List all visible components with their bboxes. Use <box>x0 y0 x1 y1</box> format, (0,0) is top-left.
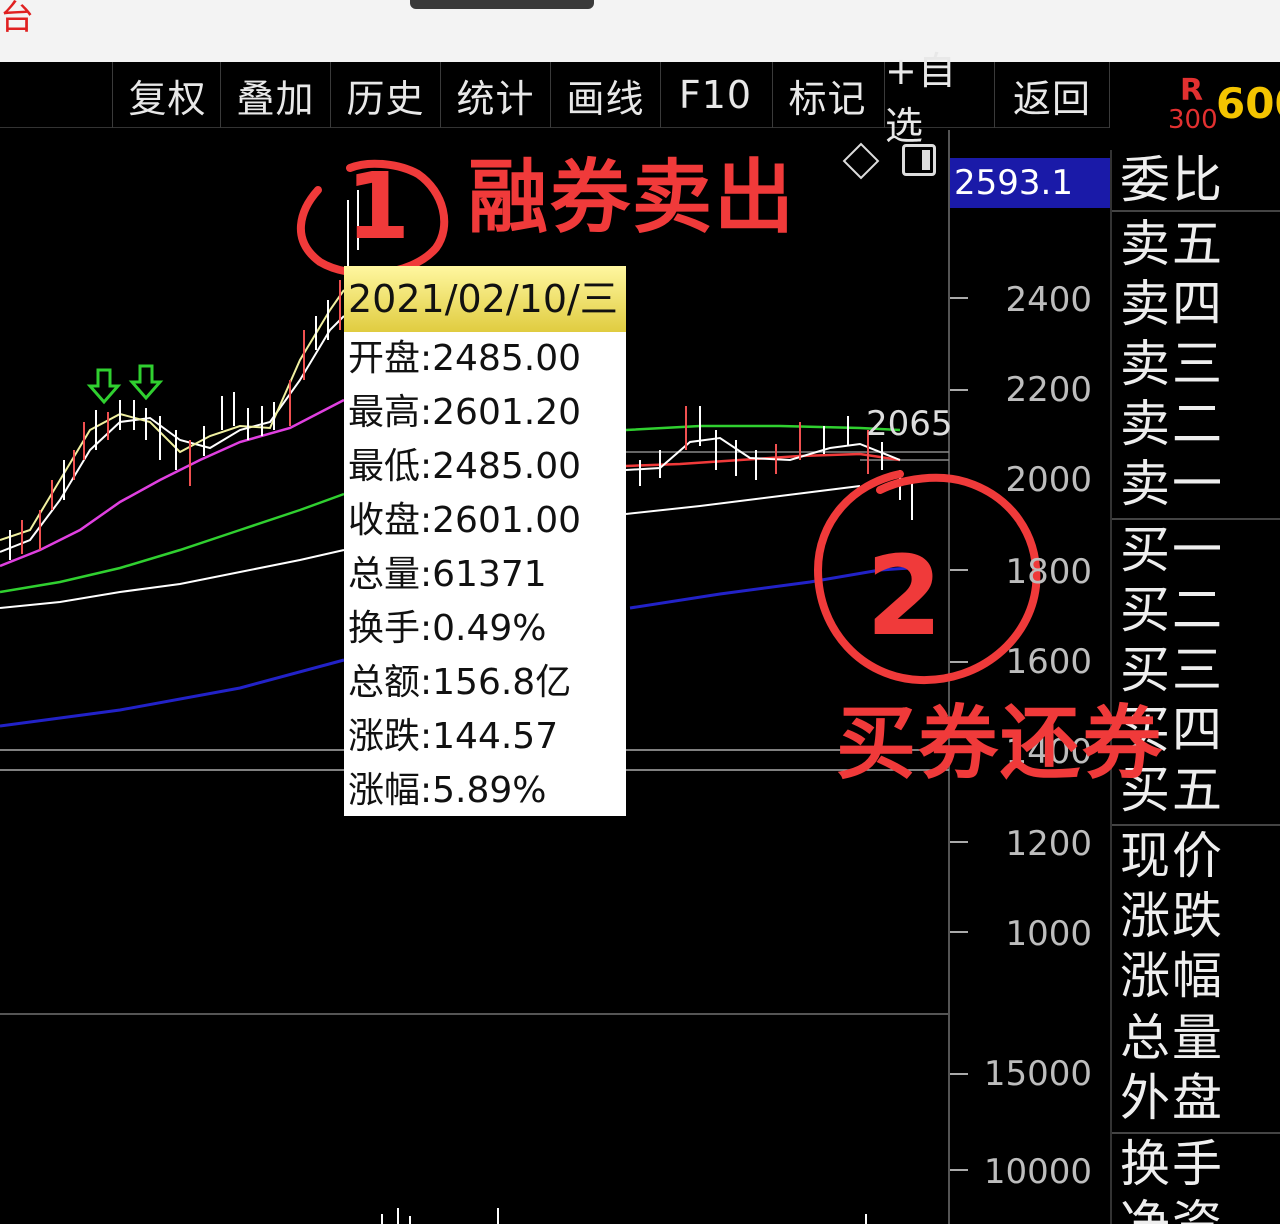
ma10-line <box>0 315 345 553</box>
green-arrow-icons <box>86 364 164 405</box>
axis-tick-15000: 15000 <box>983 1054 1092 1094</box>
title-bar: 台 <box>0 0 1280 62</box>
f10-button[interactable]: F10 <box>660 62 770 128</box>
label-net-assets: 净资 <box>1120 1195 1224 1224</box>
label-buy-3: 买三 <box>1120 641 1224 699</box>
ma60-line-right <box>625 485 861 515</box>
label-outer-disk: 外盘 <box>1120 1069 1224 1127</box>
tooltip-volume: 总量:61371 <box>348 554 547 595</box>
statistics-button[interactable]: 统计 <box>440 62 550 128</box>
stock-code: 600 <box>1216 79 1280 128</box>
stock-market-300: 300 <box>1168 105 1218 135</box>
ma30-line-right <box>625 424 901 432</box>
label-weibi: 委比 <box>1120 151 1224 209</box>
overlay-button[interactable]: 叠加 <box>220 62 330 128</box>
axis-tick-2000: 2000 <box>1005 460 1092 500</box>
panel-separator <box>1112 210 1280 212</box>
back-button[interactable]: 返回 <box>994 62 1110 128</box>
label-buy-2: 买二 <box>1120 581 1224 639</box>
axis-tick-2400: 2400 <box>1005 280 1092 320</box>
label-change-pct: 涨幅 <box>1120 947 1224 1005</box>
axis-tick-1600: 1600 <box>1005 642 1092 682</box>
restore-rights-button[interactable]: 复权 <box>112 62 222 128</box>
tooltip-amount: 总额:156.8亿 <box>348 662 572 703</box>
peak-price-label: 2065 <box>866 404 953 444</box>
panel-toggle-icon[interactable] <box>902 144 936 176</box>
label-sell-5: 卖五 <box>1120 215 1224 273</box>
annotation-buy-cover: 买券还券 <box>836 697 1164 790</box>
ma20-line-right <box>625 452 901 468</box>
label-sell-3: 卖三 <box>1120 335 1224 393</box>
label-buy-1: 买一 <box>1120 521 1224 579</box>
annotation-sell-short: 融券卖出 <box>468 151 796 244</box>
tooltip-close: 收盘:2601.00 <box>348 500 581 541</box>
ma60-line <box>0 549 345 609</box>
current-price-label: 2593.1 <box>950 158 1110 208</box>
ma120-line <box>0 658 345 728</box>
window-tab[interactable] <box>410 0 594 9</box>
draw-line-button[interactable]: 画线 <box>550 62 660 128</box>
tooltip-change: 涨跌:144.57 <box>348 716 559 757</box>
volume-bars <box>381 1208 867 1224</box>
toolbar: 复权 叠加 历史 统计 画线 F10 标记 +自选 返回 <box>0 49 1110 148</box>
title-char: 台 <box>0 0 34 38</box>
tooltip-open: 开盘:2485.00 <box>348 338 581 379</box>
quote-panel: 委比 卖五 卖四 卖三 卖二 卖一 买一 买二 买三 买四 买五 现价 涨跌 涨… <box>1110 150 1280 1224</box>
annotation-number-1: 1 <box>346 153 411 260</box>
tooltip-date: 2021/02/10/三 <box>344 266 626 332</box>
label-change: 涨跌 <box>1120 887 1224 945</box>
add-watchlist-button[interactable]: +自选 <box>884 49 994 148</box>
kline-tooltip: 2021/02/10/三 开盘:2485.00 最高:2601.20 最低:24… <box>344 266 626 816</box>
axis-tick-10000: 10000 <box>983 1152 1092 1192</box>
tooltip-change-pct: 涨幅:5.89% <box>348 770 547 811</box>
axis-tick-1200: 1200 <box>1005 824 1092 864</box>
tooltip-low: 最低:2485.00 <box>348 446 581 487</box>
label-price: 现价 <box>1120 827 1224 885</box>
history-button[interactable]: 历史 <box>330 62 440 128</box>
tooltip-high: 最高:2601.20 <box>348 392 581 433</box>
axis-tick-2200: 2200 <box>1005 370 1092 410</box>
annotation-number-2: 2 <box>866 532 943 660</box>
label-volume: 总量 <box>1120 1009 1224 1067</box>
axis-tick-1000: 1000 <box>1005 914 1092 954</box>
tooltip-turnover: 换手:0.49% <box>348 608 547 649</box>
axis-tick-1800: 1800 <box>1005 552 1092 592</box>
label-sell-1: 卖一 <box>1120 455 1224 513</box>
mark-button[interactable]: 标记 <box>772 62 882 128</box>
label-sell-2: 卖二 <box>1120 395 1224 453</box>
label-sell-4: 卖四 <box>1120 275 1224 333</box>
label-turnover: 换手 <box>1120 1135 1224 1193</box>
stock-market-r: R <box>1180 73 1204 108</box>
